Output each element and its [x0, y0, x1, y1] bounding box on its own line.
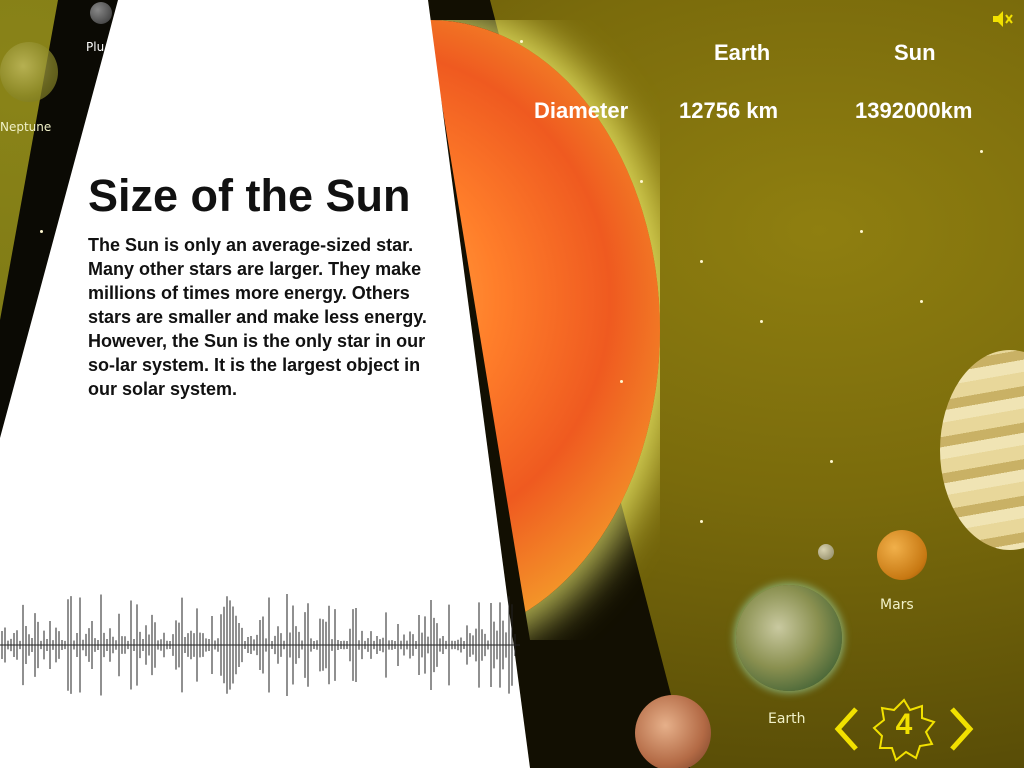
star [640, 180, 643, 183]
star [830, 460, 833, 463]
neptune-planet [0, 42, 58, 102]
star [760, 320, 763, 323]
star [700, 520, 703, 523]
comparison-row-label: Diameter [534, 98, 629, 123]
page-number: 4 [895, 708, 913, 741]
comparison-earth-value: 12756 km [679, 98, 779, 123]
chevron-left-icon[interactable] [832, 705, 860, 760]
mars-label: Mars [880, 597, 914, 613]
pluto-planet [90, 2, 112, 24]
comparison-sun-value: 1392000km [855, 98, 973, 123]
comparison-header-sun: Sun [894, 40, 936, 65]
comparison-header-earth: Earth [714, 40, 771, 65]
venus-planet [635, 695, 711, 768]
pluto-label: Plu [86, 40, 105, 54]
scene: Neptune Plu Mars Earth Earth Sun Diamete… [0, 0, 1024, 768]
neptune-label: Neptune [0, 120, 52, 134]
audio-waveform [0, 593, 520, 697]
earth-planet [736, 585, 842, 691]
star [860, 230, 863, 233]
star [920, 300, 923, 303]
star [700, 260, 703, 263]
chevron-right-icon[interactable] [948, 705, 976, 760]
body-text: The Sun is only an average-sized star. M… [88, 235, 427, 399]
speaker-mute-icon[interactable] [990, 8, 1014, 32]
mars-planet [877, 530, 927, 580]
earth-label: Earth [768, 711, 806, 727]
star [520, 40, 523, 43]
star [620, 380, 623, 383]
star [40, 230, 43, 233]
moon-planet [818, 544, 834, 560]
star [980, 150, 983, 153]
page-title: Size of the Sun [88, 170, 411, 221]
